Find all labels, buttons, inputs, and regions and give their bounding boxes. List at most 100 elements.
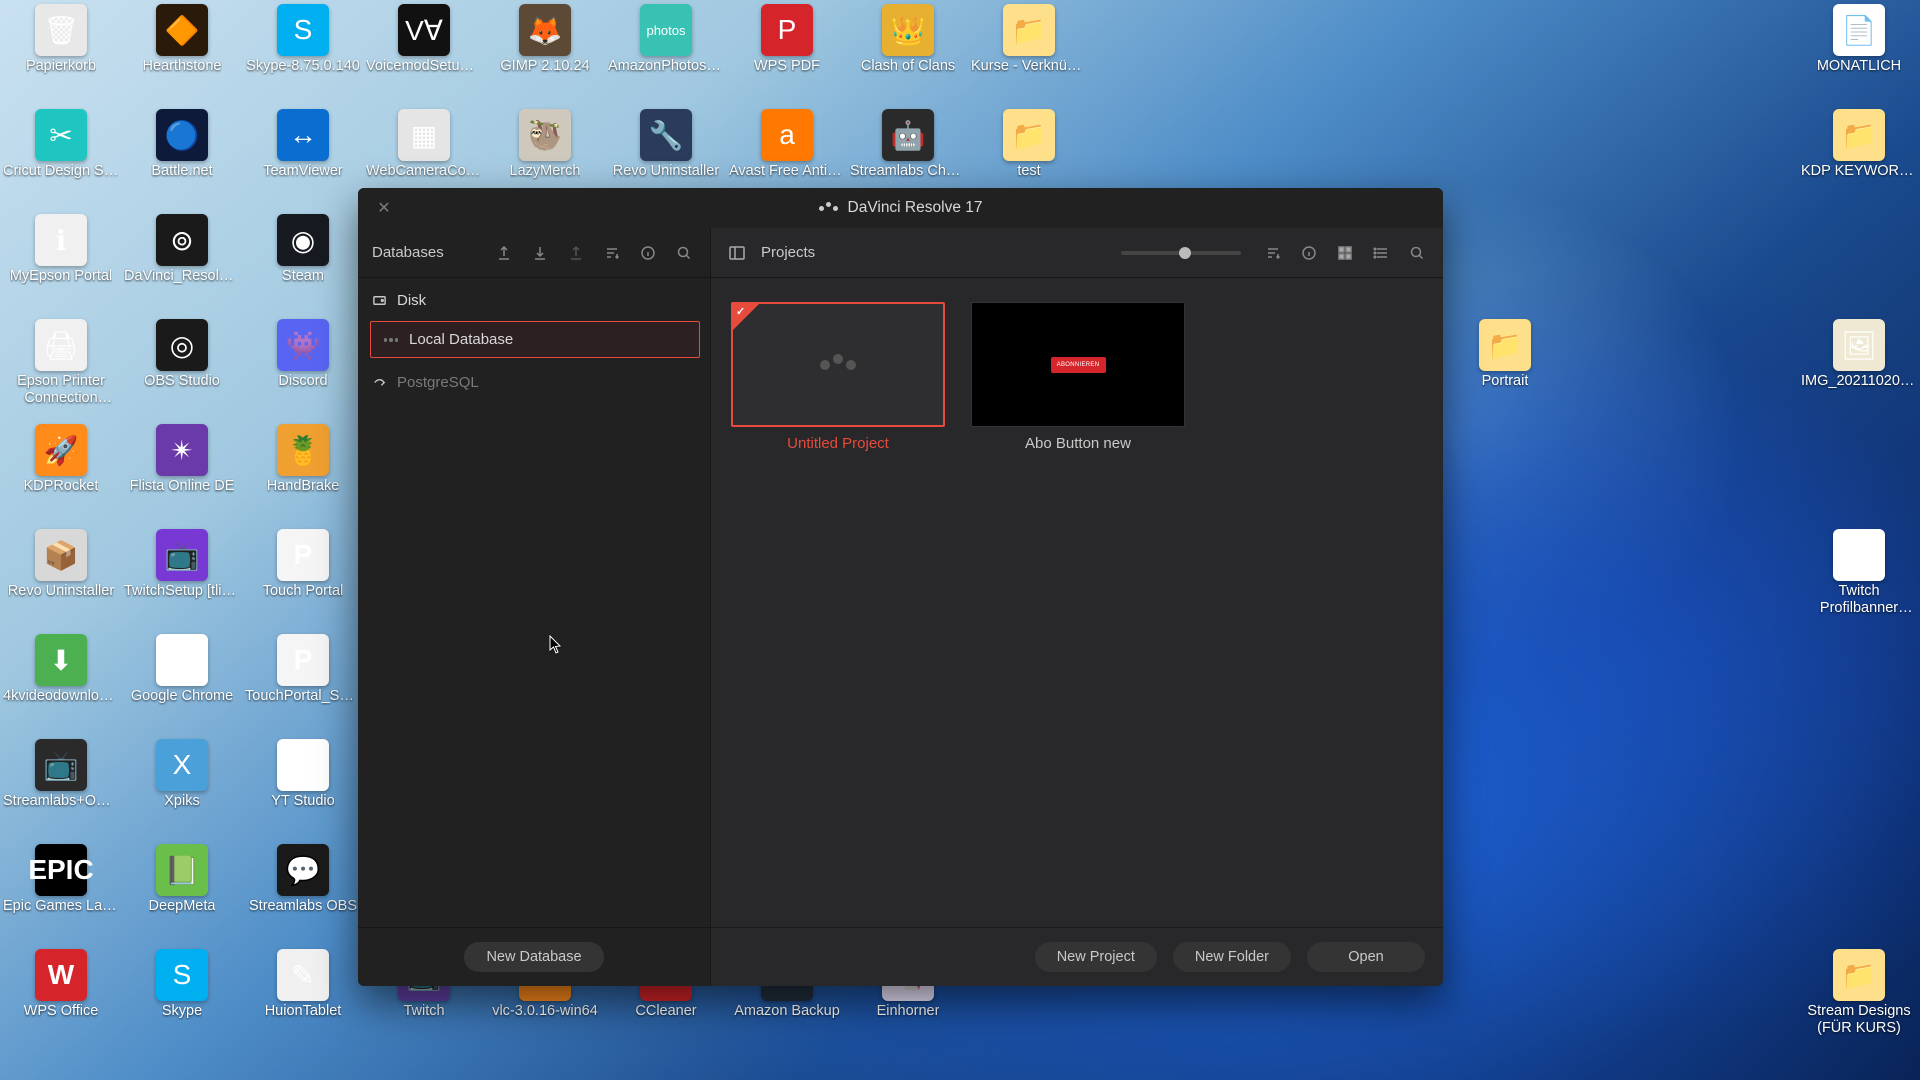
desktop-icon-label: Stream Designs (FÜR KURS) (1801, 1003, 1917, 1038)
desktop-icon-hearthstone[interactable]: 🔶 Hearthstone (123, 4, 241, 75)
desktop-icon-kdp-keywords[interactable]: 📁KDP KEYWORDS (1800, 109, 1918, 180)
desktop-icon-slobs[interactable]: 💬Streamlabs OBS (244, 844, 362, 915)
desktop-icon-chrome[interactable]: ◉Google Chrome (123, 634, 241, 705)
desktop-icon-label: Flista Online DE (130, 478, 235, 495)
desktop-icon-skype-installer[interactable]: SSkype-8.75.0.140 (244, 4, 362, 75)
desktop-icon-streamlabs-chatbot[interactable]: 🤖 Streamlabs Chatbot (849, 109, 967, 180)
desktop-icon-touchportal-setup[interactable]: PTouchPortal_Setup (244, 634, 362, 705)
desktop-icon-touchportal[interactable]: PTouch Portal (244, 529, 362, 600)
desktop-icon-epson-checker[interactable]: 🖨Epson Printer Connection Checker (2, 319, 120, 408)
desktop-icon-epson-portal[interactable]: ℹMyEpson Portal (2, 214, 120, 285)
desktop-icon-huion[interactable]: ✎HuionTablet (244, 949, 362, 1020)
desktop-icon-label: TouchPortal_Setup (245, 688, 361, 705)
desktop-icon-voicemod[interactable]: VⱯVoicemodSetup_2.1... (365, 4, 483, 75)
db-refresh-icon[interactable] (564, 241, 588, 265)
postgres-group[interactable]: PostgreSQL (366, 366, 702, 399)
desktop-icon-deepmeta[interactable]: 📗DeepMeta (123, 844, 241, 915)
desktop-icon-discord[interactable]: 👾Discord (244, 319, 362, 390)
new-project-button[interactable]: New Project (1035, 942, 1157, 972)
desktop-icon-amazonphotos[interactable]: photosAmazonPhotosSetup (607, 4, 725, 75)
desktop-icon-label: Hearthstone (143, 58, 222, 75)
desktop-icon-clash[interactable]: 👑Clash of Clans (849, 4, 967, 75)
desktop-icon-label: Streamlabs Chatbot (850, 163, 966, 180)
desktop-icon-xpiks[interactable]: X Xpiks (123, 739, 241, 810)
desktop-icon-wpsoffice[interactable]: WWPS Office (2, 949, 120, 1020)
app-icon: a (761, 109, 813, 161)
desktop-icon-teamviewer[interactable]: ↔TeamViewer (244, 109, 362, 180)
desktop-icon-steam[interactable]: ◉Steam (244, 214, 362, 285)
app-icon: ▦ (398, 109, 450, 161)
project-name: Untitled Project (731, 435, 945, 452)
desktop-icon-webcamera[interactable]: ▦WebCameraConfig (365, 109, 483, 180)
db-download-icon[interactable] (528, 241, 552, 265)
database-item-local[interactable]: Local Database (370, 321, 700, 358)
sort-icon[interactable] (600, 241, 624, 265)
desktop-icon-kdprocket[interactable]: 🚀KDPRocket (2, 424, 120, 495)
desktop-icon-label: AmazonPhotosSetup (608, 58, 724, 75)
desktop-icon-monatlich[interactable]: 📄MONATLICH (1800, 4, 1918, 75)
desktop-icon-revo[interactable]: 🔧Revo Uninstaller (607, 109, 725, 180)
db-upload-icon[interactable] (492, 241, 516, 265)
slider-knob[interactable] (1179, 247, 1191, 259)
project-thumbnail (731, 302, 945, 427)
desktop-icon-label: MONATLICH (1817, 58, 1901, 75)
search-icon[interactable] (1405, 241, 1429, 265)
grid-view-icon[interactable] (1333, 241, 1357, 265)
window-titlebar[interactable]: ✕ DaVinci Resolve 17 (358, 188, 1443, 228)
app-icon: 🦊 (519, 4, 571, 56)
desktop-icon-avast[interactable]: a Avast Free Antivirus (728, 109, 846, 180)
desktop-icon-ytstudio[interactable]: ⚙YT Studio (244, 739, 362, 810)
desktop-icon-label: Xpiks (164, 793, 199, 810)
desktop-icon-4k[interactable]: ⬇4kvideodownloader... (2, 634, 120, 705)
project-card-untitled[interactable]: Untitled Project (731, 302, 945, 452)
project-card-abo-button[interactable]: ABONNIEREN Abo Button new (971, 302, 1185, 452)
desktop-icon-obs[interactable]: ◎OBS Studio (123, 319, 241, 390)
search-icon[interactable] (672, 241, 696, 265)
disk-group[interactable]: Disk (366, 284, 702, 317)
desktop-icon-wpspdf[interactable]: PWPS PDF (728, 4, 846, 75)
info-icon[interactable] (636, 241, 660, 265)
folder-icon: 📁 (1479, 319, 1531, 371)
desktop-icon-img[interactable]: 🖼IMG_20211020_114031 (1800, 319, 1918, 390)
close-button[interactable]: ✕ (374, 198, 394, 218)
desktop-icon-cricut[interactable]: ✂Cricut Design Space (2, 109, 120, 180)
open-button[interactable]: Open (1307, 942, 1425, 972)
desktop-icon-portrait-folder[interactable]: 📁Portrait (1446, 319, 1564, 390)
desktop-icon-stream-designs[interactable]: 📁Stream Designs (FÜR KURS) (1800, 949, 1918, 1038)
desktop-icon-kurse[interactable]: 📁Kurse - Verknüpfung (970, 4, 1088, 75)
app-icon: X (156, 739, 208, 791)
desktop-icon-recycle-bin[interactable]: 🗑Papierkorb (2, 4, 120, 75)
desktop-icon-handbrake[interactable]: 🍍HandBrake (244, 424, 362, 495)
desktop-icon-twitch-banner[interactable]: 🖼Twitch Profilbanner template (1800, 529, 1918, 618)
desktop-icon-label: Google Chrome (131, 688, 233, 705)
desktop-icon-label: Discord (278, 373, 327, 390)
app-icon: ✂ (35, 109, 87, 161)
window-body: Databases Disk Local Database (358, 228, 1443, 986)
app-icon: 🤖 (882, 109, 934, 161)
desktop-icon-battlenet[interactable]: 🔵Battle.net (123, 109, 241, 180)
desktop-icon-label: Avast Free Antivirus (729, 163, 845, 180)
panel-toggle-icon[interactable] (725, 241, 749, 265)
desktop-icon-twitchsetup[interactable]: 📺TwitchSetup [tlisher... (123, 529, 241, 600)
desktop-icon-flista[interactable]: ✴Flista Online DE (123, 424, 241, 495)
info-icon[interactable] (1297, 241, 1321, 265)
desktop-icon-gimp[interactable]: 🦊GIMP 2.10.24 (486, 4, 604, 75)
davinci-project-manager-window: ✕ DaVinci Resolve 17 Databases Disk (358, 188, 1443, 986)
app-icon: 🔶 (156, 4, 208, 56)
sort-icon[interactable] (1261, 241, 1285, 265)
desktop-icon-label: KDP KEYWORDS (1801, 163, 1917, 180)
desktop-icon-lazymerch[interactable]: 🦥LazyMerch (486, 109, 604, 180)
new-folder-button[interactable]: New Folder (1173, 942, 1291, 972)
app-icon: 👑 (882, 4, 934, 56)
new-database-button[interactable]: New Database (464, 942, 603, 972)
desktop-icon-davinci16[interactable]: ⊚DaVinci_Resolve_16... (123, 214, 241, 285)
desktop-icon-skype[interactable]: SSkype (123, 949, 241, 1020)
desktop-icon-test-folder[interactable]: 📁test (970, 109, 1088, 180)
desktop-icon-epic[interactable]: EPICEpic Games Launcher (2, 844, 120, 915)
desktop-icon-revo2[interactable]: 📦Revo Uninstaller (2, 529, 120, 600)
thumbnail-size-slider[interactable] (1121, 251, 1241, 255)
desktop-icon-slobs-archive[interactable]: 📺Streamlabs+OBS+S... (2, 739, 120, 810)
list-view-icon[interactable] (1369, 241, 1393, 265)
desktop-icon-label: MyEpson Portal (10, 268, 112, 285)
desktop-icon-label: OBS Studio (144, 373, 220, 390)
